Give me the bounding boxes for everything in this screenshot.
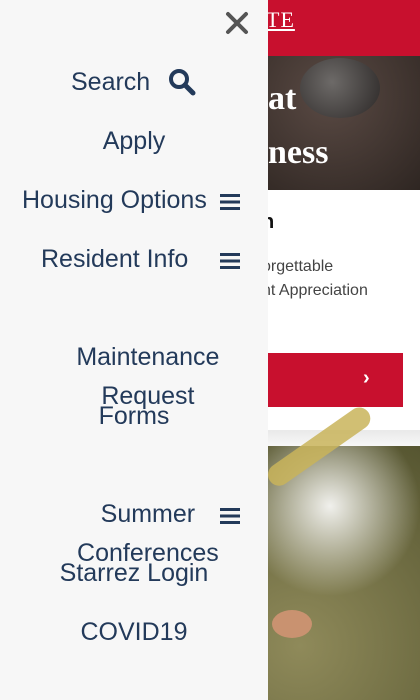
nav-item-covid19[interactable]: COVID19 xyxy=(0,613,268,652)
nav-item-apply[interactable]: Apply xyxy=(0,122,268,161)
site-logo-link[interactable]: TE xyxy=(266,7,295,33)
hamburger-menu-icon[interactable] xyxy=(220,507,240,525)
close-icon[interactable] xyxy=(224,10,250,36)
nav-item-label: COVID19 xyxy=(80,618,188,646)
search-icon[interactable] xyxy=(168,68,196,96)
hamburger-menu-icon[interactable] xyxy=(220,252,240,270)
hero-title: at ness xyxy=(268,80,329,171)
nav-item-label: Housing Options xyxy=(22,186,207,214)
photo-hand xyxy=(272,610,312,638)
nav-item-starrez-login[interactable]: Starrez Login xyxy=(0,554,268,593)
card-text: orgettable nt Appreciation xyxy=(262,258,368,299)
chevron-right-icon: › xyxy=(363,367,370,389)
card-button[interactable] xyxy=(262,353,403,407)
nav-item-label: Apply xyxy=(102,127,166,155)
nav-item-label: Starrez Login xyxy=(59,559,209,587)
nav-item-label: Resident Info xyxy=(41,245,189,273)
nav-item-forms[interactable]: Forms xyxy=(0,397,268,436)
side-navigation: Search Apply Housing Options Resident In… xyxy=(0,0,268,700)
hamburger-menu-icon[interactable] xyxy=(220,193,240,211)
nav-item-search[interactable]: Search xyxy=(0,63,268,102)
nav-item-label: Forms xyxy=(98,402,170,430)
nav-item-label: Search xyxy=(71,68,151,96)
